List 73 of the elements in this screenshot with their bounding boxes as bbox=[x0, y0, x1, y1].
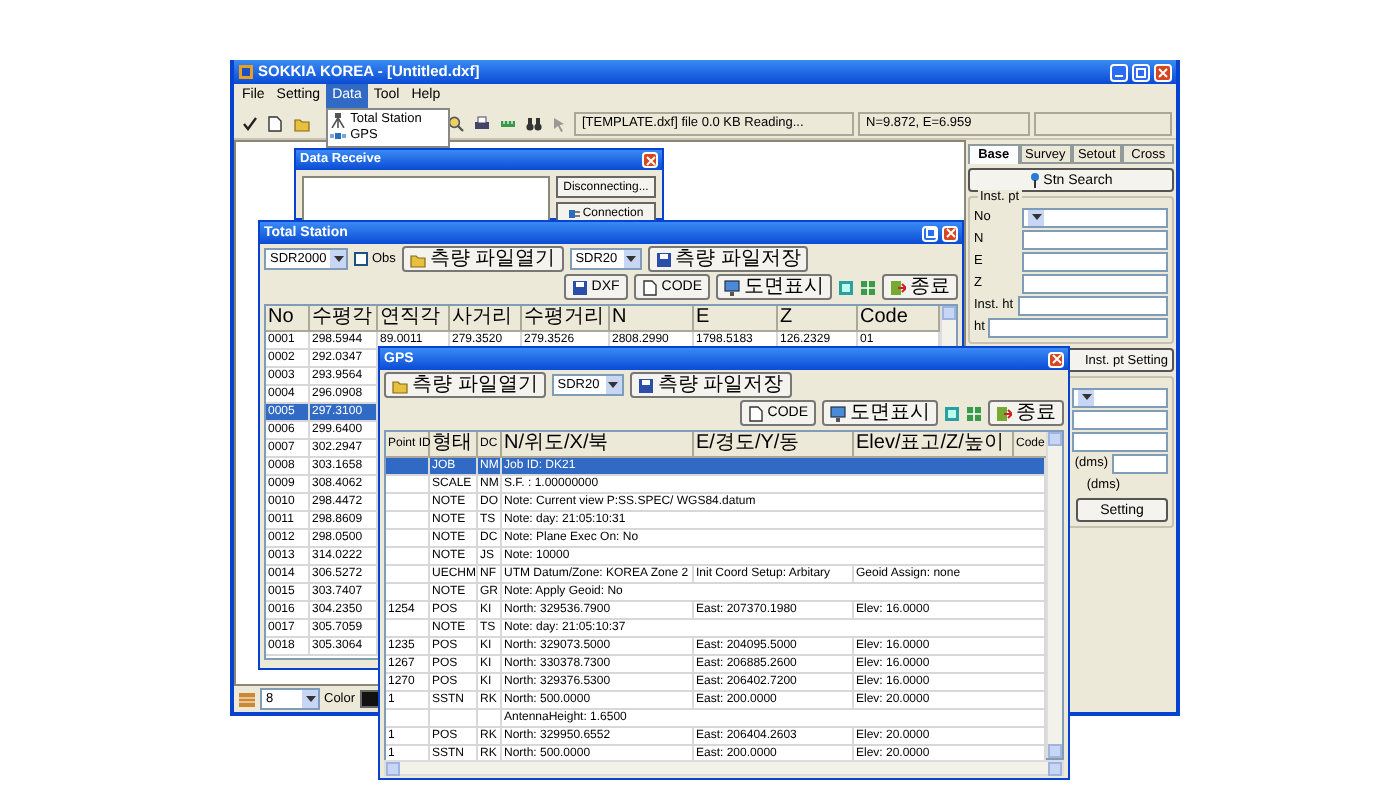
caret-icon bbox=[1081, 394, 1091, 402]
info-field bbox=[1034, 111, 1172, 135]
new-file-button[interactable] bbox=[264, 112, 286, 134]
tripod-icon bbox=[330, 112, 347, 128]
input-field[interactable] bbox=[1017, 296, 1168, 316]
caret-icon bbox=[305, 695, 315, 703]
close-window-button[interactable]: 종료 bbox=[882, 274, 958, 300]
open-file-button[interactable]: 측량 파일열기 bbox=[384, 372, 546, 398]
color-swatch[interactable] bbox=[359, 690, 380, 708]
close-icon bbox=[1158, 67, 1168, 77]
maximize-icon bbox=[1136, 67, 1146, 77]
ruler-icon bbox=[499, 115, 515, 131]
close-icon bbox=[645, 155, 655, 165]
close-button[interactable] bbox=[1048, 351, 1064, 367]
input-field[interactable] bbox=[1022, 252, 1168, 272]
exit-icon bbox=[996, 405, 1012, 421]
dropdown[interactable] bbox=[1072, 388, 1168, 408]
zoom-button[interactable] bbox=[444, 112, 466, 134]
input-field[interactable] bbox=[1072, 432, 1168, 452]
input-field[interactable] bbox=[1072, 410, 1168, 430]
save-icon bbox=[637, 377, 654, 393]
maximize-button[interactable] bbox=[922, 225, 938, 241]
binoculars-icon bbox=[525, 115, 541, 131]
grid-icon bbox=[966, 405, 982, 421]
printer-icon bbox=[473, 115, 489, 131]
folder-icon bbox=[293, 115, 309, 131]
tool-button[interactable]: 도면표시 bbox=[822, 400, 938, 426]
vertical-scrollbar[interactable] bbox=[1046, 432, 1062, 758]
obs-checkbox[interactable] bbox=[354, 252, 368, 266]
monitor-icon bbox=[830, 405, 846, 421]
close-button[interactable] bbox=[1154, 63, 1172, 81]
folder-icon bbox=[409, 251, 426, 267]
satellite-icon bbox=[330, 128, 347, 144]
monitor-icon bbox=[724, 279, 740, 295]
caret-icon bbox=[1031, 214, 1041, 222]
caret-icon bbox=[626, 255, 637, 263]
pin-icon bbox=[1029, 172, 1040, 188]
document-icon bbox=[641, 279, 658, 295]
layers-icon bbox=[944, 405, 960, 421]
minimize-button[interactable] bbox=[1110, 63, 1128, 81]
save-icon bbox=[655, 251, 672, 267]
layers-icon bbox=[838, 279, 854, 295]
open-file-button[interactable]: 측량 파일열기 bbox=[401, 246, 564, 272]
close-button[interactable] bbox=[642, 152, 658, 168]
pointer-icon bbox=[551, 115, 567, 131]
layer-icon bbox=[238, 691, 256, 707]
check-button[interactable] bbox=[238, 112, 260, 134]
close-icon bbox=[1051, 354, 1061, 364]
save-file-button[interactable]: 측량 파일저장 bbox=[629, 372, 792, 398]
maximize-button[interactable] bbox=[1132, 63, 1150, 81]
grid-icon bbox=[860, 279, 876, 295]
horizontal-scrollbar[interactable] bbox=[384, 760, 1064, 776]
plug-icon bbox=[568, 207, 581, 219]
check-icon bbox=[241, 115, 257, 131]
maximize-icon bbox=[925, 228, 935, 238]
find-button[interactable] bbox=[522, 112, 544, 134]
magnifier-icon bbox=[447, 115, 463, 131]
print-button[interactable] bbox=[470, 112, 492, 134]
input-field[interactable] bbox=[1022, 230, 1168, 250]
exit-icon bbox=[890, 279, 906, 295]
number-dropdown[interactable] bbox=[1022, 208, 1168, 228]
tool-button[interactable]: 도면표시 bbox=[716, 274, 832, 300]
input-field[interactable] bbox=[988, 318, 1168, 338]
caret-icon bbox=[333, 255, 343, 263]
save-file-button[interactable]: 측량 파일저장 bbox=[647, 246, 809, 272]
close-icon bbox=[945, 228, 955, 238]
close-button[interactable] bbox=[942, 225, 958, 241]
folder-icon bbox=[392, 377, 408, 393]
app-icon bbox=[238, 64, 254, 80]
input-field[interactable] bbox=[1112, 454, 1168, 474]
input-field[interactable] bbox=[1022, 274, 1168, 294]
document-icon bbox=[268, 115, 282, 131]
close-window-button[interactable]: 종료 bbox=[988, 400, 1064, 426]
